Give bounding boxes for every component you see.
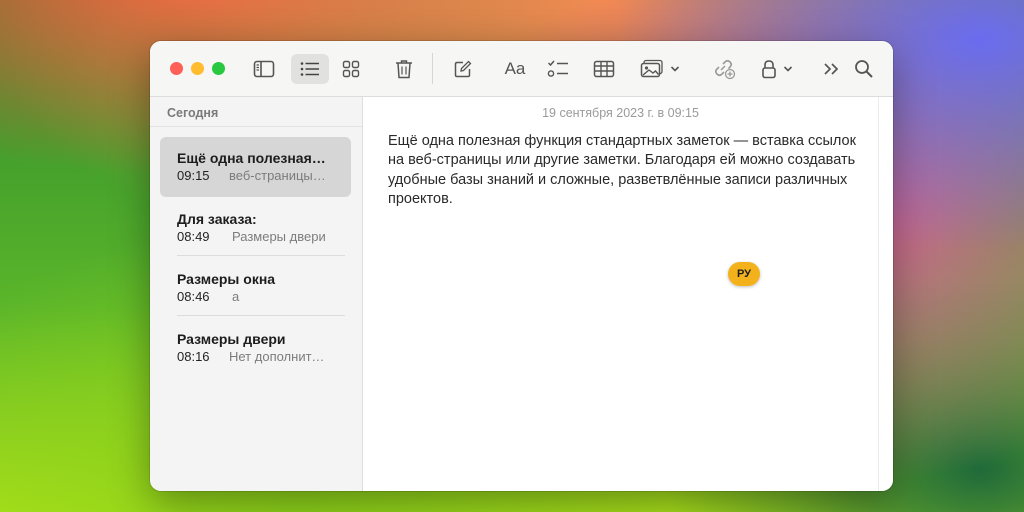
section-header-today: Сегодня <box>167 106 219 120</box>
notes-list: Сегодня Ещё одна полезная функция станда… <box>150 97 363 491</box>
note-item-selected[interactable] <box>160 137 351 197</box>
note-preview: веб-страницы или другие заметки <box>229 168 329 183</box>
list-divider <box>177 255 345 256</box>
note-preview: Нет дополнительного текста <box>229 349 329 364</box>
note-editor[interactable]: 19 сентября 2023 г. в 09:15 Ещё одна пол… <box>363 97 893 491</box>
list-view-button[interactable] <box>291 54 329 84</box>
gallery-view-icon <box>342 60 360 78</box>
note-body-text[interactable]: Ещё одна полезная функция стандартных за… <box>388 132 858 209</box>
search-icon <box>855 60 873 78</box>
new-note-button[interactable] <box>449 54 477 84</box>
note-title: Ещё одна полезная функция стандартных за… <box>177 150 327 166</box>
chevron-down-icon <box>783 66 793 72</box>
lock-button[interactable] <box>756 54 798 84</box>
table-icon <box>593 60 615 78</box>
list-view-icon <box>300 62 319 76</box>
note-item[interactable] <box>160 318 351 378</box>
close-window-button[interactable] <box>170 62 183 75</box>
note-item[interactable] <box>160 258 351 318</box>
lock-icon <box>762 60 776 79</box>
note-time: 08:16 <box>177 349 210 364</box>
collaborate-button[interactable] <box>710 54 738 84</box>
sidebar-toggle-icon <box>253 60 275 78</box>
more-button[interactable] <box>818 54 844 84</box>
search-button[interactable] <box>851 54 877 84</box>
note-title: Размеры двери <box>177 331 286 347</box>
note-preview: Размеры двери <box>232 229 326 244</box>
collaborate-icon <box>714 59 736 80</box>
note-time: 08:49 <box>177 229 210 244</box>
section-divider <box>150 126 362 127</box>
input-language-badge: РУ <box>728 262 760 286</box>
toolbar: Aa <box>150 41 893 97</box>
note-date: 19 сентября 2023 г. в 09:15 <box>542 106 699 120</box>
minimize-window-button[interactable] <box>191 62 204 75</box>
checklist-button[interactable] <box>545 54 571 84</box>
list-divider <box>177 315 345 316</box>
note-title: Размеры окна <box>177 271 276 287</box>
compose-icon <box>454 60 472 78</box>
table-button[interactable] <box>590 54 618 84</box>
trash-icon <box>396 60 412 79</box>
more-chevrons-icon <box>824 63 839 75</box>
checklist-icon <box>547 60 568 77</box>
notes-window: Aa Сегодня Ещё одна полезная ф 09:15 веб… <box>150 41 893 491</box>
gallery-view-button[interactable] <box>337 54 365 84</box>
sidebar-toggle-button[interactable] <box>249 54 279 84</box>
media-button[interactable] <box>638 54 682 84</box>
note-item[interactable] <box>160 198 351 258</box>
delete-button[interactable] <box>390 54 418 84</box>
note-time: 09:15 <box>177 168 210 183</box>
note-time: 08:46 <box>177 289 210 304</box>
scroll-track[interactable] <box>878 97 879 491</box>
chevron-down-icon <box>670 66 680 72</box>
zoom-window-button[interactable] <box>212 62 225 75</box>
toolbar-separator <box>432 53 433 84</box>
note-preview: a <box>232 289 240 304</box>
format-text-button[interactable]: Aa <box>498 54 532 84</box>
media-icon <box>640 59 663 78</box>
note-title: Для заказа: <box>177 211 257 227</box>
